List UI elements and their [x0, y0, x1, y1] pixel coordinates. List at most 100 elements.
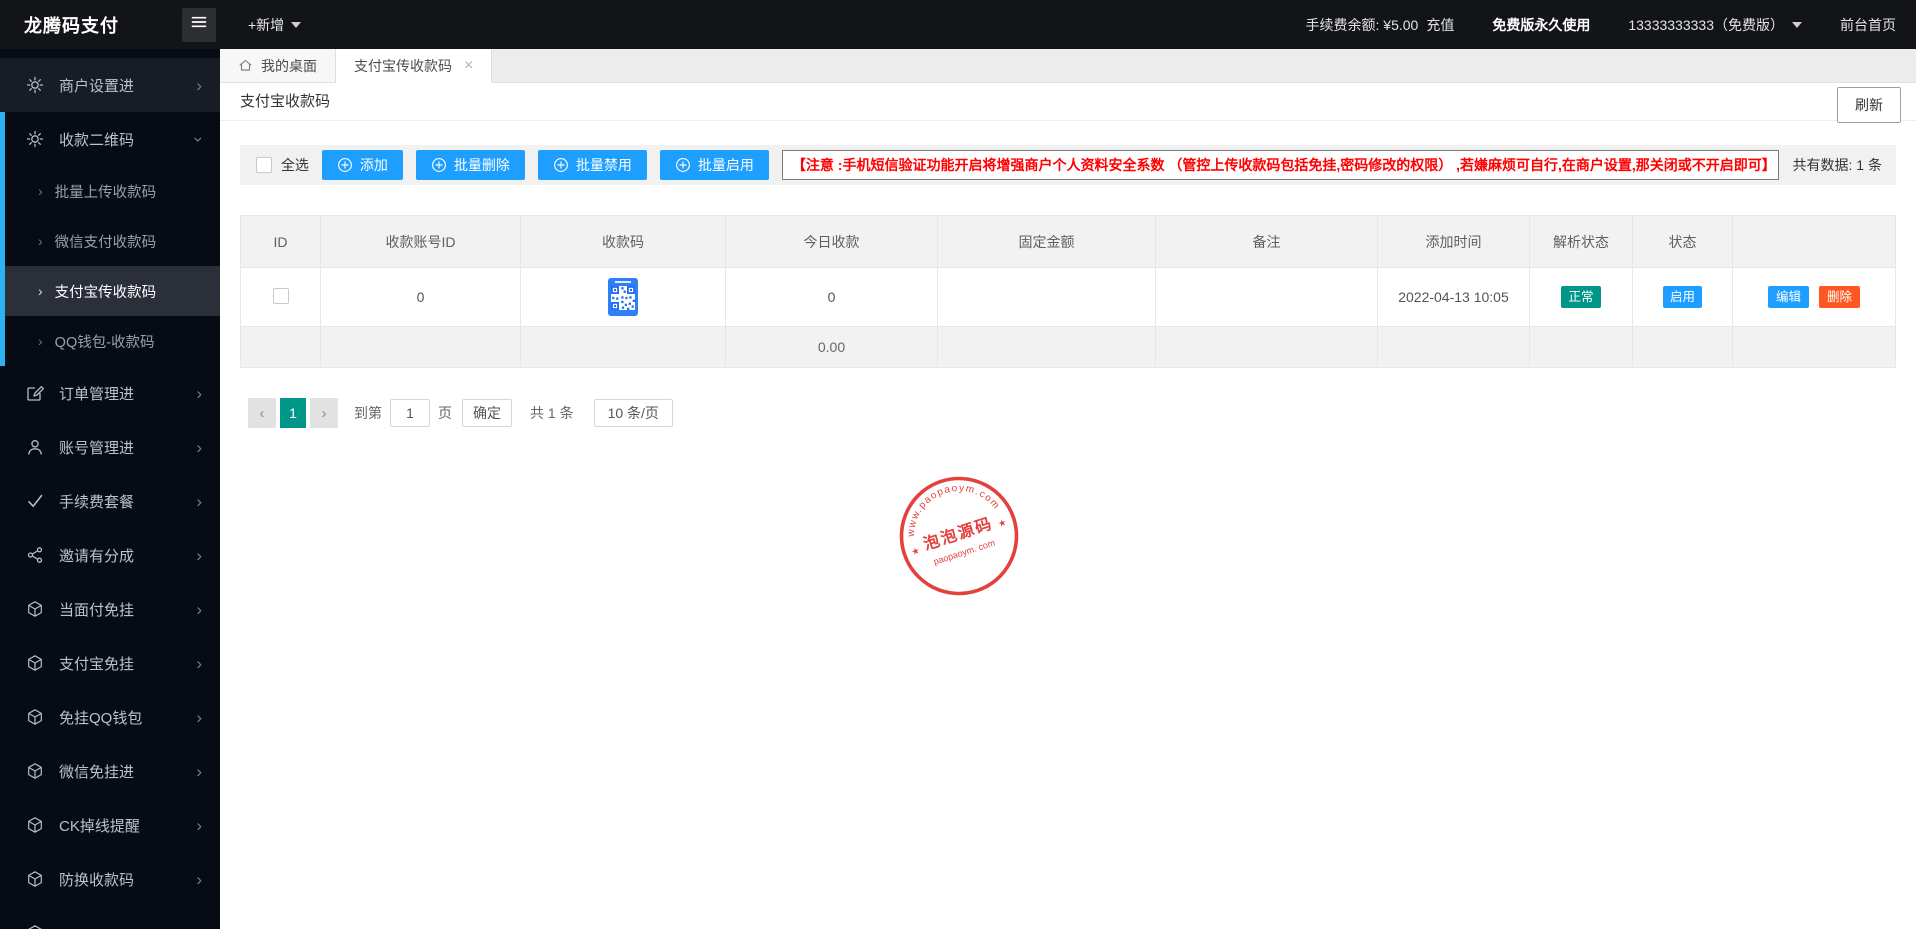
new-dropdown[interactable]: +新增 — [248, 15, 302, 35]
sidebar-subitem[interactable]: › 批量上传收款码 — [0, 166, 220, 216]
data-total-label: 共有数据: 1 条 — [1792, 157, 1882, 173]
prev-page-button[interactable]: ‹ — [248, 398, 276, 428]
sidebar-item[interactable]: 商户设置进 › — [0, 58, 220, 112]
sidebar-item[interactable]: 当面付免挂 › — [0, 582, 220, 636]
sidebar-item[interactable]: 微信免挂进 › — [0, 744, 220, 798]
toolbar-buttons: 添加 批量删除 批量禁用 批量启用 — [309, 150, 769, 180]
active-group-stripe — [0, 112, 5, 366]
chevron-right-icon: › — [38, 183, 43, 199]
chevron-right-icon: › — [321, 404, 327, 422]
circle-plus-icon — [337, 157, 353, 173]
bulk-action-button[interactable]: 批量删除 — [415, 150, 525, 180]
chevron-right-icon: › — [38, 283, 43, 299]
stamp-subtitle: paopaoym. com — [932, 538, 996, 567]
page-unit-label: 页 — [438, 405, 452, 421]
bulk-action-button[interactable]: 批量禁用 — [537, 150, 647, 180]
sidebar-item[interactable]: › — [0, 906, 220, 929]
front-home-link[interactable]: 前台首页 — [1840, 15, 1896, 35]
select-all-label: 全选 — [280, 157, 309, 173]
circle-plus-icon — [553, 157, 569, 173]
column-header: ID — [240, 215, 321, 268]
sidebar-item[interactable]: 免挂QQ钱包 › — [0, 690, 220, 744]
sidebar-subitem[interactable]: › 支付宝传收款码 — [0, 266, 220, 316]
chevron-right-icon: › — [196, 925, 202, 929]
recharge-link[interactable]: 充值 — [1426, 15, 1454, 35]
cell-fixed-amount — [937, 267, 1156, 327]
caret-down-icon — [291, 21, 302, 28]
tab-desktop[interactable]: 我的桌面 — [220, 49, 336, 82]
plan-label: 免费版永久使用 — [1492, 16, 1591, 33]
star-icon: ★ — [910, 545, 921, 557]
current-page[interactable]: 1 — [280, 398, 306, 428]
share-icon — [26, 546, 44, 564]
collapse-menu-button[interactable] — [182, 7, 216, 42]
sidebar-item[interactable]: 账号管理进 › — [0, 420, 220, 474]
cube-icon — [26, 816, 44, 834]
chevron-right-icon: › — [196, 815, 202, 835]
page-size-select[interactable]: 10 条/页 — [593, 399, 673, 427]
column-header — [1732, 215, 1896, 268]
sidebar-item[interactable]: 订单管理进 › — [0, 366, 220, 420]
home-icon — [238, 58, 253, 73]
summary-today-total: 0.00 — [725, 326, 938, 368]
svg-text:www.paopaoym.com: www.paopaoym.com — [894, 470, 1004, 541]
notice-banner: 【注意 :手机短信验证功能开启将增强商户个人资料安全系数 （管控上传收款码包括免… — [781, 150, 1779, 180]
column-header: 解析状态 — [1529, 215, 1633, 268]
chevron-right-icon: › — [38, 233, 43, 249]
goto-page-input[interactable] — [390, 399, 430, 427]
column-header: 收款账号ID — [320, 215, 521, 268]
cube-icon — [26, 600, 44, 618]
row-checkbox[interactable] — [272, 287, 289, 304]
chevron-right-icon: › — [196, 437, 202, 457]
table-row: 0 0 2022-04-13 10:05 正常 启用 编辑 删除 — [240, 267, 1896, 327]
chevron-right-icon: › — [196, 599, 202, 619]
refresh-button[interactable]: 刷新 — [1837, 87, 1901, 123]
cell-note — [1155, 267, 1378, 327]
chevron-left-icon: ‹ — [259, 404, 265, 422]
total-count-label: 共 1 条 — [530, 405, 574, 421]
bulk-action-button[interactable]: 添加 — [321, 150, 403, 180]
column-header: 收款码 — [520, 215, 726, 268]
sidebar-item[interactable]: 防换收款码 › — [0, 852, 220, 906]
table-header-row: ID 收款账号ID 收款码 今日收款 固定金额 备注 添加时间 解析状态 状态 — [240, 215, 1896, 268]
sidebar-item[interactable]: 支付宝免挂 › — [0, 636, 220, 690]
sidebar-item[interactable]: 邀请有分成 › — [0, 528, 220, 582]
sidebar-nav: 商户设置进 › 收款二维码 › › 批量上传收款码 › 微信支付收款码 › 支付宝传收款码 › QQ钱… — [0, 58, 220, 929]
cube-icon — [26, 762, 44, 780]
fee-balance: 手续费余额: ¥5.00 充值 — [1305, 15, 1455, 35]
next-page-button[interactable]: › — [310, 398, 338, 428]
summary-row: 0.00 — [240, 326, 1896, 368]
chevron-right-icon: › — [196, 653, 202, 673]
column-header: 今日收款 — [725, 215, 938, 268]
circle-plus-icon — [675, 157, 691, 173]
parse-status-badge: 正常 — [1561, 285, 1601, 309]
goto-label: 到第 — [354, 405, 382, 421]
column-header: 备注 — [1155, 215, 1378, 268]
sidebar-subitem[interactable]: › 微信支付收款码 — [0, 216, 220, 266]
tab-active[interactable]: 支付宝传收款码 × — [336, 49, 493, 83]
chevron-right-icon: › — [196, 75, 202, 95]
sidebar-item[interactable]: CK掉线提醒 › — [0, 798, 220, 852]
content-area: 全选 添加 批量删除 批量禁用 批量启用 【注意 :手机短信验证功能开启将增强商户个人… — [220, 121, 1916, 596]
status-badge[interactable]: 启用 — [1662, 285, 1702, 309]
account-dropdown[interactable]: 13333333333（免费版） — [1628, 15, 1802, 35]
gear-icon — [26, 130, 44, 148]
qr-code-image — [611, 286, 635, 310]
sidebar-subitem[interactable]: › QQ钱包-收款码 — [0, 316, 220, 366]
sidebar-item[interactable]: 收款二维码 › — [0, 112, 220, 166]
main-area: 我的桌面 支付宝传收款码 × 支付宝收款码 刷新 全选 添加 批量删除 批量禁用 批量启用… — [220, 49, 1916, 929]
data-table: ID 收款账号ID 收款码 今日收款 固定金额 备注 添加时间 解析状态 状态 0 — [240, 215, 1896, 368]
cube-icon — [26, 654, 44, 672]
watermark-stamp: www.paopaoym.com 泡泡源码 paopaoym. com ★ ★ — [894, 470, 1019, 596]
edit-button[interactable]: 编辑 — [1768, 285, 1810, 309]
bulk-action-button[interactable]: 批量启用 — [659, 150, 769, 180]
close-icon[interactable]: × — [464, 57, 473, 75]
chevron-right-icon: › — [196, 761, 202, 781]
select-all-checkbox[interactable] — [256, 157, 272, 173]
delete-button[interactable]: 删除 — [1818, 285, 1860, 309]
chevron-right-icon: › — [196, 491, 202, 511]
sidebar-item[interactable]: 手续费套餐 › — [0, 474, 220, 528]
chevron-right-icon: › — [196, 545, 202, 565]
qr-code-thumbnail[interactable] — [608, 278, 638, 316]
goto-confirm-button[interactable]: 确定 — [462, 399, 512, 427]
